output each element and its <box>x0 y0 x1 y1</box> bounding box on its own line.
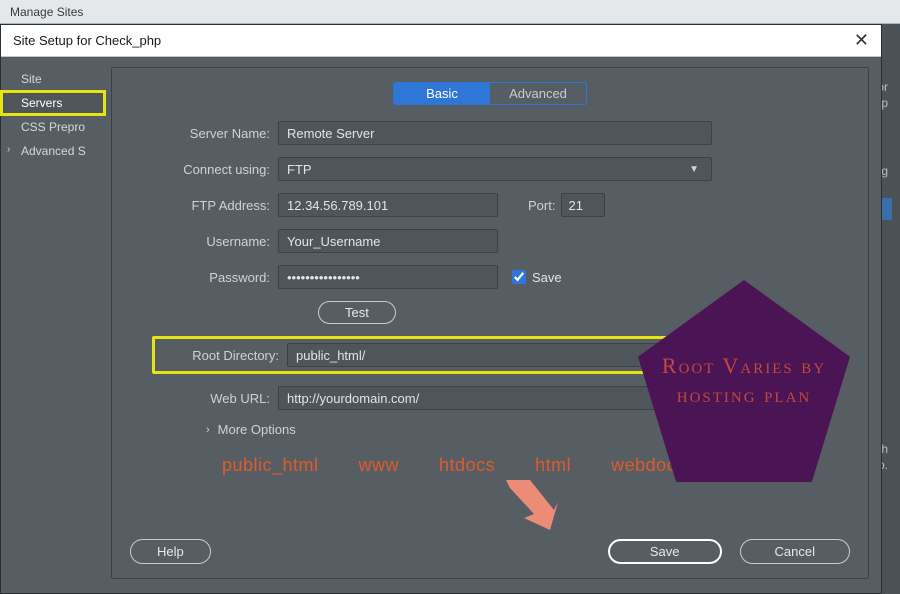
username-label: Username: <box>152 234 270 249</box>
password-input[interactable] <box>278 265 498 289</box>
root-variants-annotation: public_html www htdocs html webdocs none <box>222 455 712 476</box>
variant-item: www <box>359 455 400 476</box>
outer-window-title: Manage Sites <box>0 0 900 24</box>
server-panel: Basic Advanced Server Name: Connect usin… <box>111 67 869 579</box>
tab-basic[interactable]: Basic <box>394 83 490 104</box>
dialog-button-row: Help Save Cancel <box>112 539 868 564</box>
web-url-input[interactable] <box>278 386 712 410</box>
sidebar-item-advanced[interactable]: › Advanced S <box>1 139 105 163</box>
connect-using-select[interactable]: FTP ▼ <box>278 157 712 181</box>
more-options-toggle[interactable]: › More Options <box>206 422 712 437</box>
test-button[interactable]: Test <box>318 301 396 324</box>
port-input[interactable] <box>561 193 605 217</box>
bg-text: p <box>881 96 888 110</box>
chevron-right-icon: › <box>7 144 10 155</box>
tab-advanced[interactable]: Advanced <box>490 83 586 104</box>
tab-group: Basic Advanced <box>393 82 587 105</box>
help-button[interactable]: Help <box>130 539 211 564</box>
chevron-right-icon: › <box>206 424 210 436</box>
variant-item: public_html <box>222 455 319 476</box>
save-button[interactable]: Save <box>608 539 722 564</box>
variant-item: html <box>535 455 571 476</box>
password-label: Password: <box>152 270 270 285</box>
variant-item: none <box>726 455 768 476</box>
close-icon[interactable]: ✕ <box>854 30 869 51</box>
ftp-address-label: FTP Address: <box>152 198 270 213</box>
root-directory-highlight: Root Directory: <box>152 336 712 374</box>
variant-item: webdocs <box>611 455 686 476</box>
root-directory-input[interactable] <box>287 343 703 367</box>
sidebar-item-servers[interactable]: Servers <box>1 91 105 115</box>
server-name-label: Server Name: <box>152 126 270 141</box>
save-password-checkbox[interactable] <box>512 270 526 284</box>
sidebar-item-site[interactable]: Site <box>1 67 105 91</box>
arrow-annotation-icon <box>500 476 560 532</box>
connect-using-value: FTP <box>287 162 312 177</box>
ftp-address-input[interactable] <box>278 193 498 217</box>
server-name-input[interactable] <box>278 121 712 145</box>
port-label: Port: <box>528 198 555 213</box>
username-input[interactable] <box>278 229 498 253</box>
web-url-label: Web URL: <box>152 391 270 406</box>
chevron-down-icon: ▼ <box>689 164 703 175</box>
variant-item: htdocs <box>439 455 495 476</box>
save-password-label: Save <box>532 270 562 285</box>
connect-using-label: Connect using: <box>152 162 270 177</box>
sidebar-item-label: Advanced S <box>21 144 86 158</box>
cancel-button[interactable]: Cancel <box>740 539 850 564</box>
dialog-titlebar: Site Setup for Check_php ✕ <box>1 25 881 57</box>
root-directory-label: Root Directory: <box>161 348 279 363</box>
more-options-label: More Options <box>218 422 296 437</box>
dialog-title: Site Setup for Check_php <box>13 33 161 48</box>
site-setup-dialog: Site Setup for Check_php ✕ Site Servers … <box>0 24 882 594</box>
sidebar: Site Servers CSS Prepro › Advanced S <box>1 57 105 593</box>
sidebar-item-css-prepro[interactable]: CSS Prepro <box>1 115 105 139</box>
